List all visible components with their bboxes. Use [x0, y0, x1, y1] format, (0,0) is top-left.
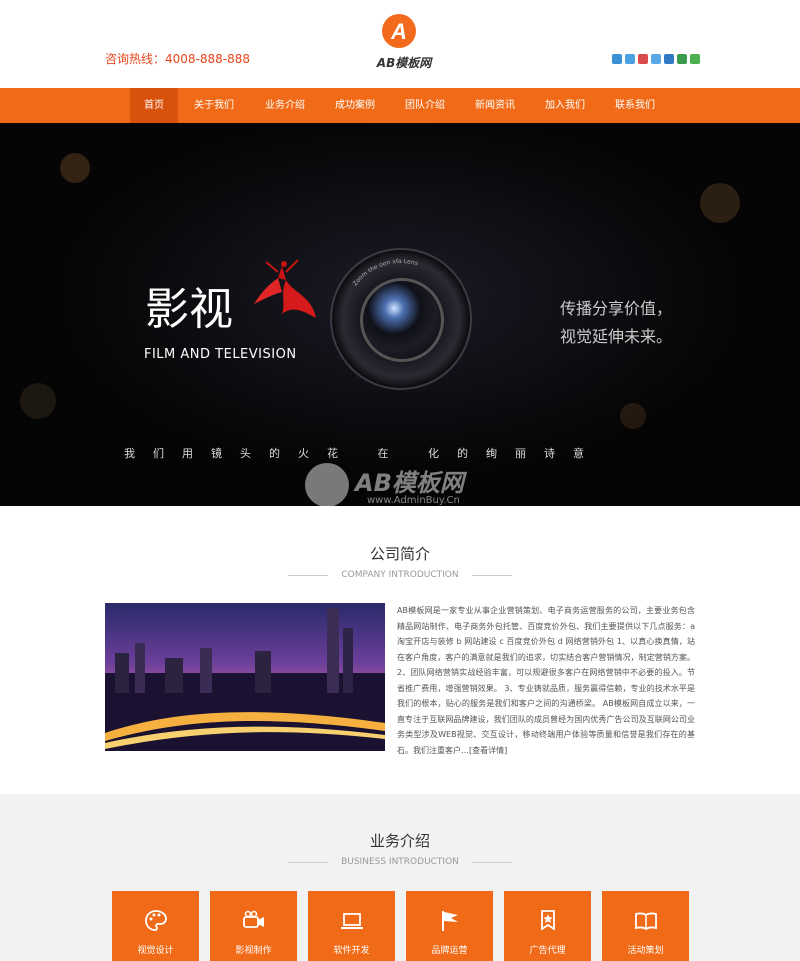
business-item[interactable]: 广告代理 — [504, 891, 591, 961]
business-list: 视觉设计 影视制作 软件开发 品牌运营 广告代理 活动策划 — [112, 891, 689, 961]
share-weibo-icon[interactable] — [625, 54, 635, 64]
bokeh-light — [60, 153, 90, 183]
share-tencent-icon[interactable] — [638, 54, 648, 64]
open-book-icon — [634, 909, 658, 933]
flag-icon — [438, 909, 462, 933]
business-section-title: 业务介绍 — [369, 832, 430, 850]
social-share-bar — [612, 54, 700, 64]
video-camera-icon — [242, 909, 266, 933]
camera-lens-image: Zoom the oon xfa Lens — [330, 248, 472, 390]
share-qzone-icon[interactable] — [612, 54, 622, 64]
business-item-label: 软件开发 — [333, 946, 370, 956]
company-section-title: 公司简介 — [369, 545, 430, 563]
watermark-logo: AB模板网 www.AdminBuy.Cn — [305, 443, 505, 506]
nav-item[interactable]: 业务介绍 — [250, 88, 320, 123]
badge-star-icon — [536, 909, 560, 933]
nav-item[interactable]: 新闻资讯 — [460, 88, 530, 123]
bokeh-light — [620, 403, 646, 429]
business-item-label: 活动策划 — [627, 946, 664, 956]
laptop-icon — [340, 909, 364, 933]
banner-title-cn: 影视 — [145, 284, 233, 335]
business-item-label: 影视制作 — [235, 946, 272, 956]
nav-item[interactable]: 成功案例 — [320, 88, 390, 123]
main-nav: 首页 关于我们 业务介绍 成功案例 团队介绍 新闻资讯 加入我们 联系我们 — [0, 88, 800, 123]
read-more-link[interactable]: [查看详情] — [469, 746, 507, 755]
hero-banner: 影视 FILM AND TELEVISION Zoom the oon xfa … — [0, 123, 800, 506]
share-kaixin-icon[interactable] — [664, 54, 674, 64]
slogan-line-1: 传播分享价值， — [560, 299, 673, 318]
business-item-label: 广告代理 — [529, 946, 566, 956]
business-item[interactable]: 品牌运营 — [406, 891, 493, 961]
business-item[interactable]: 影视制作 — [210, 891, 297, 961]
bokeh-light — [700, 183, 740, 223]
slogan-line-2: 视觉延伸未来。 — [560, 327, 673, 346]
city-night-image — [105, 603, 385, 751]
dancer-silhouette — [254, 259, 316, 318]
hotline-text: 咨询热线：4008-888-888 — [105, 52, 251, 66]
share-renren-icon[interactable] — [651, 54, 661, 64]
banner-title-en: FILM AND TELEVISION — [144, 347, 297, 362]
nav-item[interactable]: 加入我们 — [530, 88, 600, 123]
city-skyline — [105, 608, 385, 751]
business-item[interactable]: 视觉设计 — [112, 891, 199, 961]
business-item-label: 视觉设计 — [137, 946, 174, 956]
svg-text:A: A — [390, 19, 407, 44]
svg-text:Zoom the oon xfa Lens: Zoom the oon xfa Lens — [352, 258, 419, 287]
site-logo[interactable]: A AB模板网 — [360, 14, 450, 74]
bokeh-light — [20, 383, 56, 419]
nav-list: 首页 关于我们 业务介绍 成功案例 团队介绍 新闻资讯 加入我们 联系我们 — [130, 88, 670, 123]
business-item[interactable]: 软件开发 — [308, 891, 395, 961]
business-section-subtitle: BUSINESS INTRODUCTION — [288, 857, 512, 867]
logo-mark-icon: A — [382, 14, 416, 48]
nav-item[interactable]: 团队介绍 — [390, 88, 460, 123]
business-item[interactable]: 活动策划 — [602, 891, 689, 961]
share-more-icon[interactable] — [690, 54, 700, 64]
company-intro-text: AB模板网是一家专业从事企业营销策划、电子商务运营服务的公司，主要业务包含精品网… — [397, 603, 695, 758]
watermark-mark-icon — [305, 463, 349, 506]
site-header: 咨询热线：4008-888-888 A AB模板网 — [0, 0, 800, 88]
company-section-subtitle: COMPANY INTRODUCTION — [288, 570, 512, 580]
nav-item[interactable]: 联系我们 — [600, 88, 670, 123]
palette-icon — [144, 909, 168, 933]
watermark-title: AB模板网 — [355, 469, 464, 497]
logo-text: AB模板网 — [376, 56, 432, 70]
lens-ring-text: Zoom the oon xfa Lens — [352, 258, 419, 287]
share-wechat-icon[interactable] — [677, 54, 687, 64]
nav-item[interactable]: 关于我们 — [178, 88, 250, 123]
company-intro-body: AB模板网是一家专业从事企业营销策划、电子商务运营服务的公司，主要业务包含精品网… — [397, 606, 695, 755]
nav-item[interactable]: 首页 — [130, 88, 178, 123]
business-item-label: 品牌运营 — [431, 946, 468, 956]
watermark-url: www.AdminBuy.Cn — [367, 495, 460, 506]
